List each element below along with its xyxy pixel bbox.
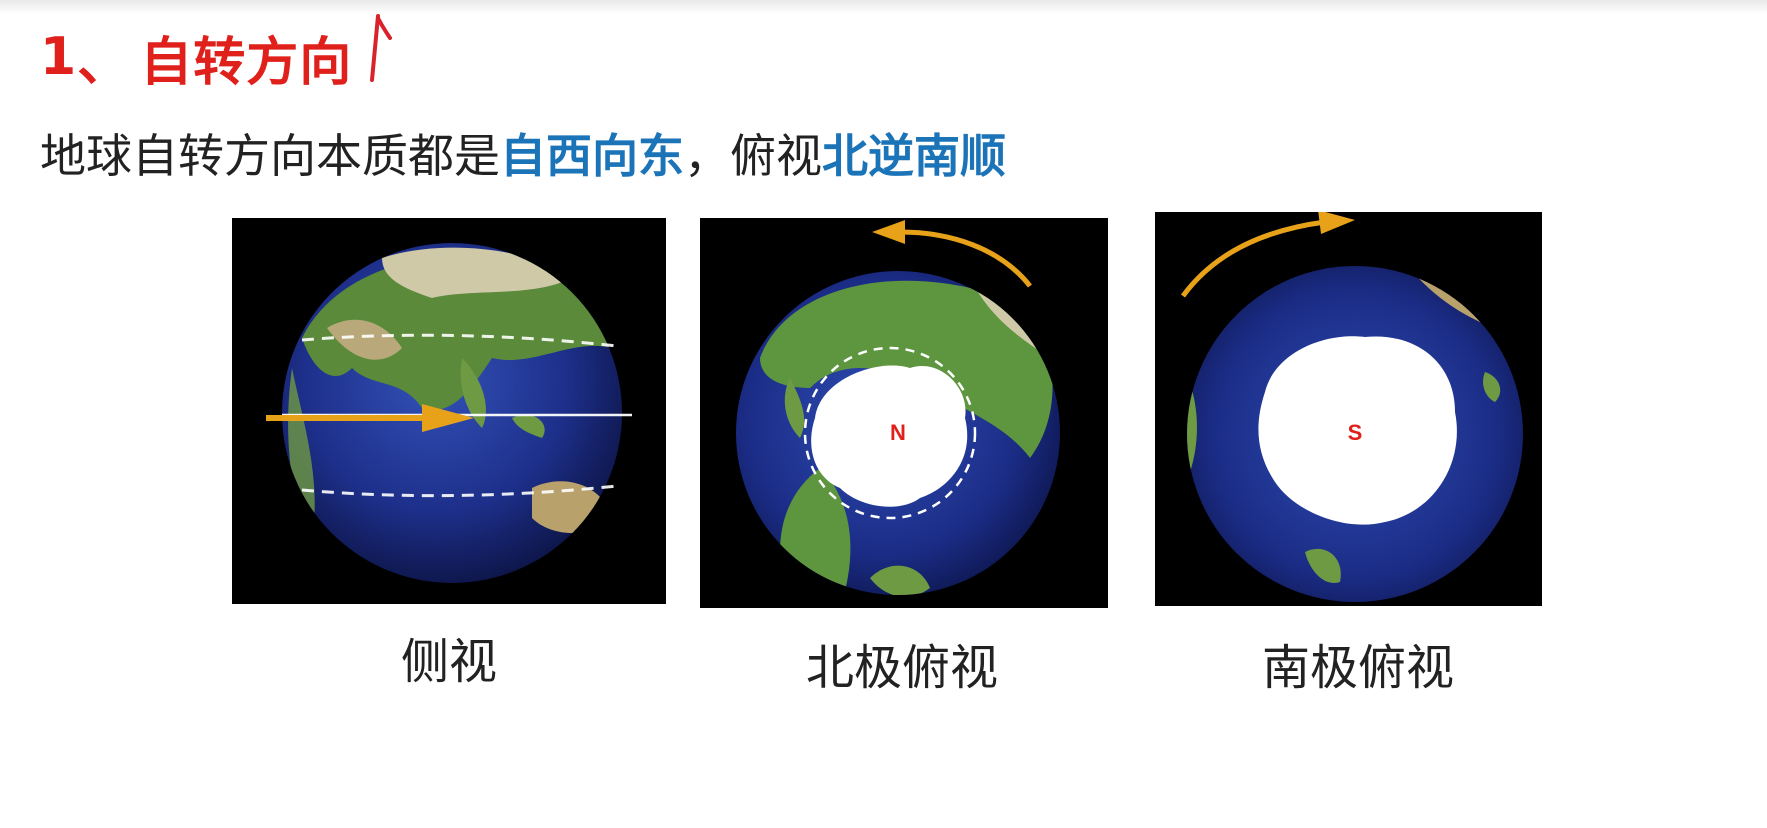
south-pole-globe-image: S	[1180, 212, 1523, 602]
pole-label-north: N	[890, 420, 906, 445]
statement-highlight-west-to-east: 自西向东	[500, 129, 684, 183]
caption-south-view: 南极俯视	[1261, 640, 1454, 696]
statement-middle: ，俯视	[684, 129, 822, 183]
pen-annotation-mark	[370, 14, 392, 82]
north-pole-globe-image: N	[736, 220, 1060, 595]
caption-north-view: 北极俯视	[805, 640, 998, 696]
rotation-statement: 地球自转方向本质都是 自西向东 ，俯视 北逆南顺	[40, 118, 1006, 188]
caption-side-view: 侧视	[400, 634, 497, 690]
pole-label-south: S	[1348, 420, 1363, 445]
heading-number: 1	[40, 27, 78, 87]
side-view-panel	[232, 218, 666, 604]
statement-highlight-north-south: 北逆南顺	[822, 129, 1006, 183]
heading-separator: 、	[77, 32, 131, 93]
top-strip	[0, 0, 1767, 14]
section-heading: 1 、 自转方向	[40, 22, 353, 93]
statement-prefix: 地球自转方向本质都是	[40, 129, 500, 183]
side-view-globe-image	[266, 243, 632, 583]
heading-title: 自转方向	[140, 32, 353, 93]
north-view-panel: N	[700, 218, 1108, 608]
south-view-panel: S	[1155, 212, 1542, 606]
